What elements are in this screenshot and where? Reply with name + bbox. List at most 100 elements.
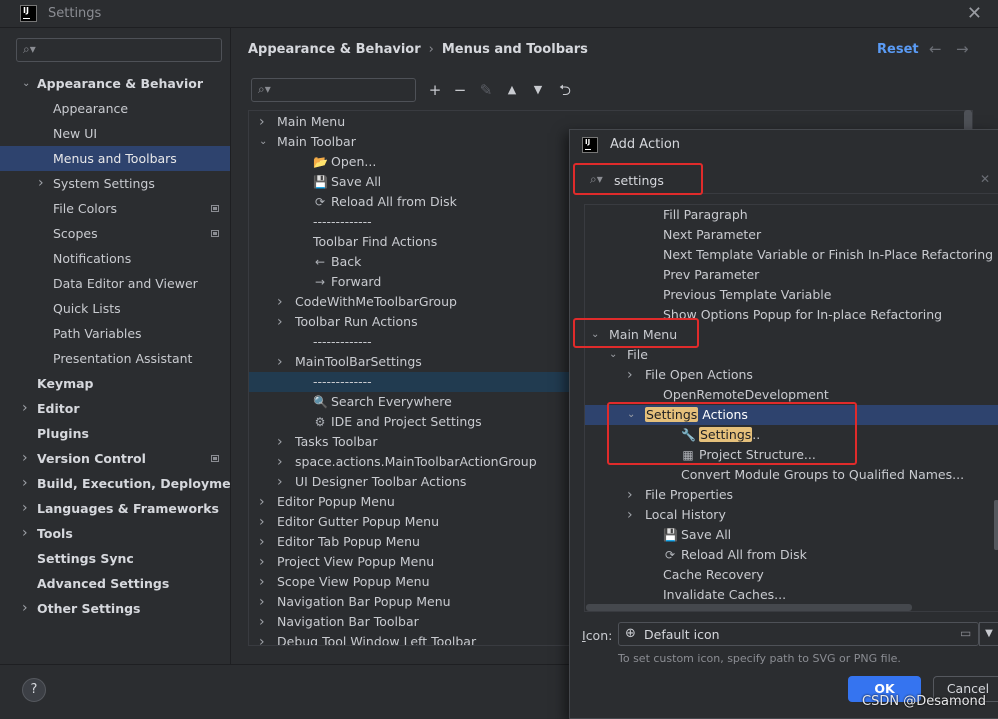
action-tree-item[interactable]: Next Template Variable or Finish In-Plac… (585, 245, 998, 265)
sidebar-item[interactable]: New UI (0, 121, 230, 146)
sidebar-item[interactable]: Plugins (0, 421, 230, 446)
sidebar-item[interactable]: › Tools (0, 521, 230, 546)
search-icon: ⌕▾ (23, 42, 36, 56)
folder-icon[interactable]: ▭ (960, 626, 971, 640)
menus-search-input[interactable]: ⌕▾ (251, 78, 416, 102)
sidebar-item[interactable]: ⌄ Appearance & Behavior (0, 71, 230, 96)
sidebar-item[interactable]: Advanced Settings (0, 571, 230, 596)
chevron-right-icon[interactable]: › (259, 632, 265, 645)
sidebar-item[interactable]: Scopes (0, 221, 230, 246)
move-up-icon[interactable]: ▲ (503, 78, 521, 102)
sidebar-item[interactable]: Settings Sync (0, 546, 230, 571)
add-icon[interactable]: + (426, 78, 444, 102)
icon-hint: To set custom icon, specify path to SVG … (618, 652, 901, 665)
chevron-down-icon[interactable]: ⌄ (609, 345, 617, 365)
chevron-right-icon[interactable]: › (277, 452, 283, 472)
restore-icon[interactable]: ⮌ (556, 78, 574, 102)
sidebar-item[interactable]: › Other Settings (0, 596, 230, 621)
sidebar-search-input[interactable]: ⌕▾ (16, 38, 222, 62)
chevron-right-icon[interactable]: › (22, 446, 32, 471)
reset-link[interactable]: Reset (877, 42, 919, 57)
chevron-right-icon[interactable]: › (277, 352, 283, 372)
annotation-box-search (573, 163, 703, 195)
close-icon[interactable]: ✕ (967, 3, 982, 24)
remove-icon[interactable]: − (451, 78, 469, 102)
sidebar-item[interactable]: Appearance (0, 96, 230, 121)
sidebar-item[interactable]: › Languages & Frameworks (0, 496, 230, 521)
breadcrumb-root[interactable]: Appearance & Behavior (248, 42, 421, 57)
action-tree-item[interactable]: 💾 Save All (585, 525, 998, 545)
chevron-right-icon[interactable]: › (627, 365, 633, 385)
chevron-right-icon[interactable]: › (22, 521, 32, 546)
chevron-right-icon[interactable]: › (259, 532, 265, 552)
sidebar-item[interactable]: Notifications (0, 246, 230, 271)
menu-tree-item-label: Main Toolbar (277, 134, 356, 149)
chevron-right-icon[interactable]: › (277, 432, 283, 452)
action-tree-item[interactable]: › File Open Actions (585, 365, 998, 385)
action-tree-item[interactable]: Next Parameter (585, 225, 998, 245)
action-tree-item-label: Convert Module Groups to Qualified Names… (681, 467, 965, 482)
action-tree-item[interactable]: Cache Recovery (585, 565, 998, 585)
chevron-right-icon[interactable]: › (277, 292, 283, 312)
chevron-right-icon[interactable]: › (259, 112, 265, 132)
chevron-right-icon[interactable]: › (627, 505, 633, 525)
sidebar-item-label: Keymap (37, 376, 94, 391)
action-tree-item-label: Cache Recovery (663, 567, 764, 582)
chevron-right-icon[interactable]: › (259, 612, 265, 632)
sidebar-item[interactable]: Data Editor and Viewer (0, 271, 230, 296)
chevron-right-icon[interactable]: › (22, 596, 32, 621)
chevron-right-icon[interactable]: › (259, 592, 265, 612)
menu-tree-item-label: Editor Popup Menu (277, 494, 395, 509)
sidebar-item[interactable]: › Build, Execution, Deployment (0, 471, 245, 496)
icon-combo[interactable]: ⊕ Default icon ▭ (618, 622, 979, 646)
menu-tree-item-label: Toolbar Run Actions (295, 314, 418, 329)
chevron-right-icon[interactable]: › (259, 492, 265, 512)
sidebar-item[interactable]: Presentation Assistant (0, 346, 230, 371)
action-tree-item[interactable]: ⟳ Reload All from Disk (585, 545, 998, 565)
sidebar-item-label: System Settings (53, 176, 155, 191)
chevron-right-icon[interactable]: › (259, 512, 265, 532)
sidebar-item[interactable]: › System Settings (0, 171, 230, 196)
chevron-right-icon[interactable]: › (627, 485, 633, 505)
chevron-right-icon[interactable]: › (277, 312, 283, 332)
vertical-scrollbar[interactable] (994, 500, 998, 550)
sidebar-item[interactable]: › Editor (0, 396, 230, 421)
back-arrow-icon[interactable]: ← (929, 40, 942, 58)
chevron-down-icon[interactable]: ⌄ (22, 71, 32, 96)
sidebar-item[interactable]: Keymap (0, 371, 230, 396)
clear-icon[interactable]: ✕ (980, 172, 990, 186)
chevron-right-icon[interactable]: › (277, 472, 283, 492)
chevron-right-icon[interactable]: › (22, 471, 32, 496)
action-tree-item[interactable]: Previous Template Variable (585, 285, 998, 305)
action-tree-item[interactable]: Invalidate Caches... (585, 585, 998, 605)
menu-tree-item-label: Save All (331, 174, 382, 189)
sidebar-item[interactable]: Path Variables (0, 321, 230, 346)
sidebar-item-label: Presentation Assistant (53, 351, 193, 366)
action-icon: 📂 (313, 155, 328, 169)
sidebar-item[interactable]: Quick Lists (0, 296, 230, 321)
action-tree-item[interactable]: Prev Parameter (585, 265, 998, 285)
action-tree-item[interactable]: › Local History (585, 505, 998, 525)
action-tree-item[interactable]: › File Properties (585, 485, 998, 505)
sidebar-item[interactable]: Menus and Toolbars (0, 146, 230, 171)
forward-arrow-icon[interactable]: → (956, 40, 969, 58)
chevron-down-icon[interactable]: ⌄ (259, 132, 267, 152)
action-tree-item-label: Next Parameter (663, 227, 762, 242)
edit-icon[interactable]: ✎ (477, 78, 495, 102)
sidebar-item[interactable]: › Version Control (0, 446, 230, 471)
chevron-right-icon[interactable]: › (38, 171, 48, 196)
chevron-right-icon[interactable]: › (259, 552, 265, 572)
chevron-right-icon[interactable]: › (22, 496, 32, 521)
sidebar-item[interactable]: File Colors (0, 196, 230, 221)
action-tree-item[interactable]: Fill Paragraph (585, 205, 998, 225)
chevron-right-icon[interactable]: › (259, 572, 265, 592)
horizontal-scrollbar[interactable] (586, 604, 912, 611)
breadcrumb: Appearance & Behavior › Menus and Toolbars (248, 42, 588, 57)
move-down-icon[interactable]: ▼ (529, 78, 547, 102)
action-tree-item-label: Invalidate Caches... (663, 587, 787, 602)
help-button[interactable]: ? (22, 678, 46, 702)
chevron-right-icon[interactable]: › (22, 396, 32, 421)
action-tree-item[interactable]: Convert Module Groups to Qualified Names… (585, 465, 998, 485)
action-tree-item[interactable]: ⌄ File (585, 345, 998, 365)
chevron-down-icon[interactable]: ▼ (979, 622, 998, 646)
